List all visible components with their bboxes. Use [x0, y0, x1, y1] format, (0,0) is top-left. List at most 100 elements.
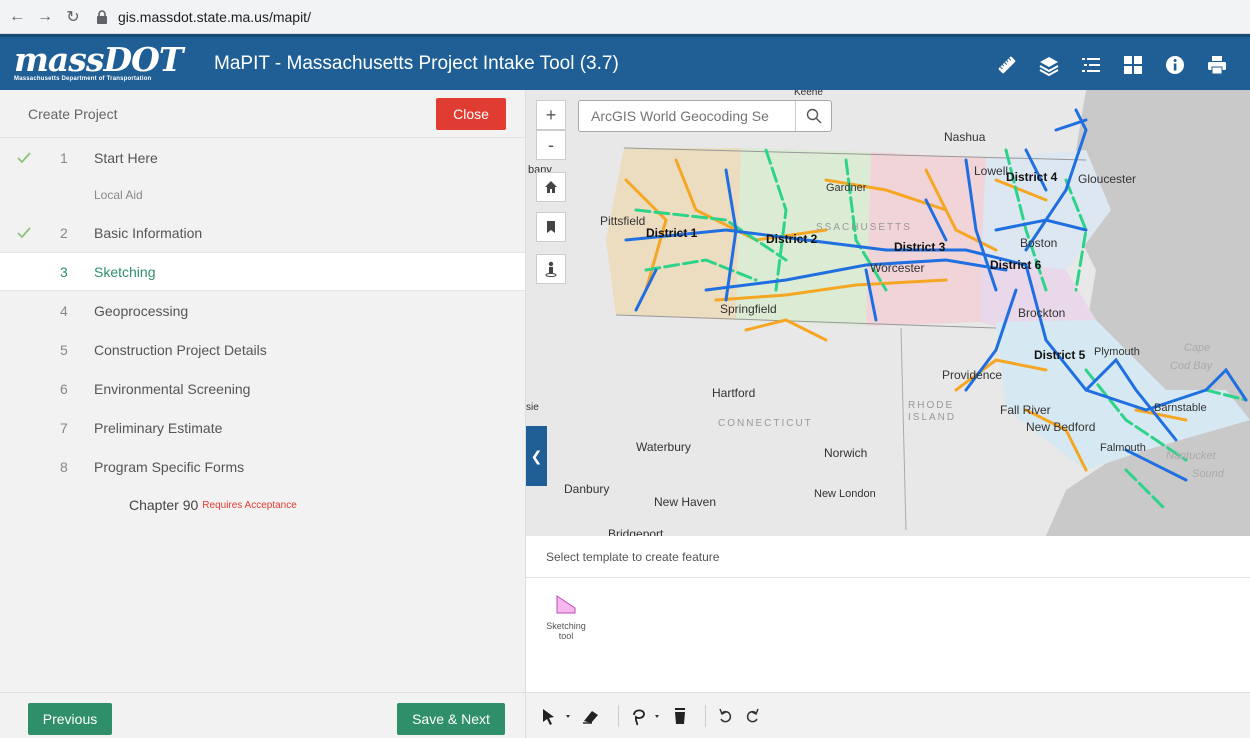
city-norwich: Norwich: [824, 446, 868, 460]
basemap-grid-icon[interactable]: [1112, 45, 1154, 85]
lock-icon: [97, 9, 107, 24]
step-environmental-screening[interactable]: 6 Environmental Screening: [0, 369, 525, 408]
sketching-tool-template[interactable]: Sketching tool: [538, 594, 594, 641]
city-gardner: Gardner: [826, 182, 867, 194]
district-6-label: District 6: [990, 258, 1042, 272]
select-arrow-icon: [543, 708, 570, 725]
reload-icon[interactable]: ↻: [62, 6, 84, 28]
step-program-specific-forms[interactable]: 8 Program Specific Forms: [0, 447, 525, 486]
step-geoprocessing[interactable]: 4 Geoprocessing: [0, 291, 525, 330]
bookmark-icon: [547, 221, 555, 233]
city-brockton: Brockton: [1018, 306, 1066, 320]
city-nashua: Nashua: [944, 130, 986, 144]
pegman-icon: [545, 261, 557, 277]
step-basic-information[interactable]: 2 Basic Information: [0, 213, 525, 252]
water-sound-label: Sound: [1192, 468, 1224, 480]
step-number: 3: [60, 263, 68, 280]
step-label: Environmental Screening: [94, 380, 251, 397]
city-lowell: Lowell: [974, 164, 1009, 178]
undo-icon: [719, 708, 732, 722]
browser-toolbar: ← → ↻ gis.massdot.state.ma.us/mapit/: [0, 0, 1250, 34]
toolbar-separator: [705, 704, 706, 727]
drawing-toolbar: [526, 692, 1250, 738]
district-2-label: District 2: [766, 232, 818, 246]
layers-icon[interactable]: [1028, 45, 1070, 85]
step-number: 7: [60, 419, 68, 436]
step-label: Construction Project Details: [94, 341, 267, 358]
city-pittsfield: Pittsfield: [600, 214, 646, 228]
select-tool-button[interactable]: [540, 701, 574, 731]
chevron-left-icon: ❮: [530, 447, 543, 464]
info-icon[interactable]: [1154, 45, 1196, 85]
redo-button[interactable]: [742, 701, 762, 731]
city-plymouth: Plymouth: [1094, 346, 1140, 358]
zoom-in-button[interactable]: +: [536, 100, 566, 130]
city-gloucester: Gloucester: [1078, 172, 1137, 186]
forward-icon[interactable]: →: [34, 6, 56, 28]
step-label: Program Specific Forms: [94, 458, 245, 475]
city-new-bedford: New Bedford: [1026, 420, 1096, 434]
city-new-london: New London: [814, 488, 876, 500]
step-construction-project-details[interactable]: 5 Construction Project Details: [0, 330, 525, 369]
city-waterbury: Waterbury: [636, 440, 691, 454]
check-icon: [17, 226, 31, 238]
chapter-label: Chapter 90: [129, 497, 199, 513]
address-bar[interactable]: gis.massdot.state.ma.us/mapit/: [94, 9, 311, 25]
close-button[interactable]: Close: [436, 98, 506, 130]
substep-chapter-90[interactable]: Chapter 90 Requires Acceptance: [0, 486, 525, 524]
template-picker: Select template to create feature Sketch…: [526, 536, 1250, 692]
template-caption-line-1: Sketching: [546, 621, 586, 631]
save-next-button[interactable]: Save & Next: [397, 703, 505, 735]
search-input[interactable]: [579, 102, 795, 130]
street-view-button[interactable]: [536, 254, 566, 284]
home-button[interactable]: [536, 172, 566, 202]
city-worcester: Worcester: [870, 261, 925, 275]
step-number: 5: [60, 341, 68, 358]
state-massachusetts-label: SSACHUSETTS: [816, 222, 912, 233]
state-connecticut-label: CONNECTICUT: [718, 418, 813, 429]
water-cape-label: Cape: [1184, 342, 1211, 354]
map-view[interactable]: Keene Nashua bany Lowell Gloucester Gard…: [526, 90, 1250, 536]
logo-wordmark: massDOT: [14, 40, 183, 79]
app-title: MaPIT - Massachusetts Project Intake Too…: [214, 52, 619, 74]
district-5-label: District 5: [1034, 348, 1086, 362]
step-preliminary-estimate[interactable]: 7 Preliminary Estimate: [0, 408, 525, 447]
city-springfield: Springfield: [720, 302, 777, 316]
requires-acceptance-note: Requires Acceptance: [202, 499, 297, 511]
redo-icon: [746, 708, 759, 722]
lasso-tool-button[interactable]: [629, 701, 665, 731]
previous-button[interactable]: Previous: [28, 703, 112, 735]
eraser-icon: [583, 710, 598, 724]
delete-tool-button[interactable]: [671, 701, 689, 731]
print-icon[interactable]: [1196, 45, 1238, 85]
city-bridgeport: Bridgeport: [608, 527, 664, 536]
city-sie: sie: [526, 402, 539, 413]
step-label: Geoprocessing: [94, 302, 189, 319]
water-nantucket-label: Nantucket: [1166, 450, 1216, 462]
collapse-panel-button[interactable]: ❮: [526, 426, 547, 486]
measure-icon[interactable]: [986, 45, 1028, 85]
step-number: 4: [60, 302, 68, 319]
state-rhode-label: RHODE: [908, 400, 955, 411]
step-label: Basic Information: [94, 224, 203, 241]
step-number: 8: [60, 458, 68, 475]
trash-icon: [675, 707, 685, 724]
geocoder-search[interactable]: [578, 100, 832, 132]
undo-button[interactable]: [716, 701, 736, 731]
legend-list-icon[interactable]: [1070, 45, 1112, 85]
create-project-panel: Create Project Close 1 Start Here Local …: [0, 90, 526, 738]
city-hartford: Hartford: [712, 386, 756, 400]
step-sketching[interactable]: 3 Sketching: [0, 252, 525, 291]
zoom-out-button[interactable]: -: [536, 130, 566, 160]
home-icon: [545, 181, 557, 193]
bookmark-button[interactable]: [536, 212, 566, 242]
city-barnstable: Barnstable: [1154, 402, 1207, 414]
city-danbury: Danbury: [564, 482, 610, 496]
substep-local-aid[interactable]: Local Aid: [0, 177, 525, 213]
search-button[interactable]: [795, 101, 831, 131]
back-icon[interactable]: ←: [6, 6, 28, 28]
step-label: Sketching: [94, 263, 156, 280]
city-boston: Boston: [1020, 236, 1058, 250]
step-start-here[interactable]: 1 Start Here: [0, 138, 525, 177]
eraser-tool-button[interactable]: [580, 701, 602, 731]
